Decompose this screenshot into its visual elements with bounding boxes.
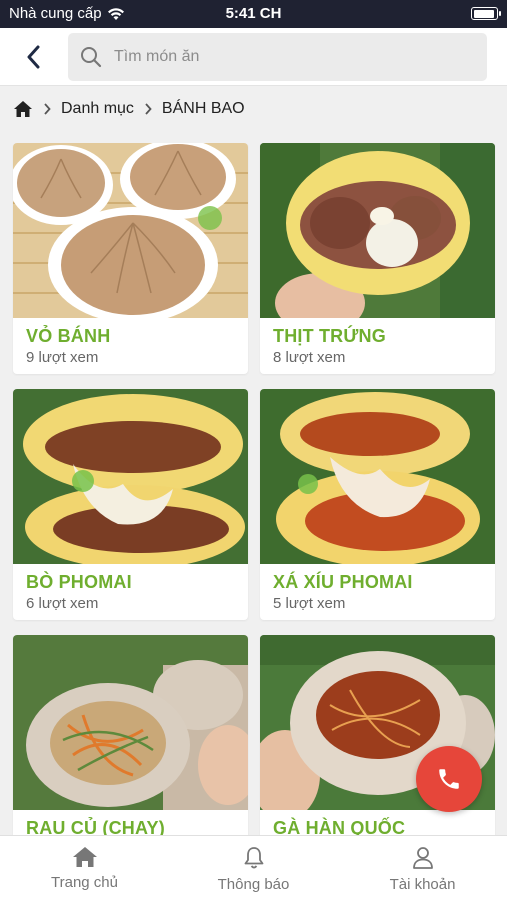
chevron-right-icon [144, 103, 152, 115]
product-card[interactable]: VỎ BÁNH 9 lượt xem [13, 143, 248, 374]
tab-home[interactable]: Trang chủ [0, 836, 169, 900]
tab-label: Tài khoản [389, 876, 456, 893]
product-image [13, 143, 248, 318]
product-views: 8 lượt xem [273, 349, 346, 366]
product-card[interactable]: XÁ XÍU PHOMAI 5 lượt xem [260, 389, 495, 620]
user-icon [412, 847, 433, 869]
breadcrumb: Danh mục BÁNH BAO [0, 86, 507, 132]
back-button[interactable] [18, 41, 50, 73]
product-title: XÁ XÍU PHOMAI [273, 572, 413, 592]
search-icon [81, 47, 102, 68]
tab-notifications[interactable]: Thông báo [169, 836, 338, 900]
product-views: 9 lượt xem [26, 349, 99, 366]
breadcrumb-category-link[interactable]: Danh mục [61, 100, 134, 118]
chevron-left-icon [27, 45, 40, 69]
phone-icon [439, 769, 459, 789]
bottom-tab-bar: Trang chủ Thông báo Tài khoản [0, 835, 507, 900]
bell-icon [244, 847, 263, 869]
product-card[interactable]: RAU CỦ (CHAY) [13, 635, 248, 866]
product-title: BÒ PHOMAI [26, 572, 132, 592]
call-button[interactable] [416, 746, 482, 812]
status-bar: Nhà cung cấp 5:41 CH [0, 0, 507, 28]
product-title: VỎ BÁNH [26, 326, 111, 346]
product-card[interactable]: THỊT TRỨNG 8 lượt xem [260, 143, 495, 374]
search-bar[interactable] [68, 33, 487, 81]
search-input[interactable] [114, 48, 454, 66]
battery-icon [471, 7, 501, 20]
product-image [13, 635, 248, 810]
product-title: THỊT TRỨNG [273, 326, 386, 346]
tab-label: Trang chủ [51, 874, 118, 891]
clock: 5:41 CH [225, 5, 282, 22]
product-views: 5 lượt xem [273, 595, 346, 612]
home-icon[interactable] [13, 100, 33, 118]
tab-account[interactable]: Tài khoản [338, 836, 507, 900]
tab-label: Thông báo [217, 876, 290, 893]
product-image [13, 389, 248, 564]
chevron-right-icon [43, 103, 51, 115]
home-icon [72, 847, 97, 867]
breadcrumb-current: BÁNH BAO [161, 100, 245, 117]
product-card[interactable]: BÒ PHOMAI 6 lượt xem [13, 389, 248, 620]
header [0, 28, 507, 86]
product-views: 6 lượt xem [26, 595, 99, 612]
product-image [260, 389, 495, 564]
product-image [260, 143, 495, 318]
